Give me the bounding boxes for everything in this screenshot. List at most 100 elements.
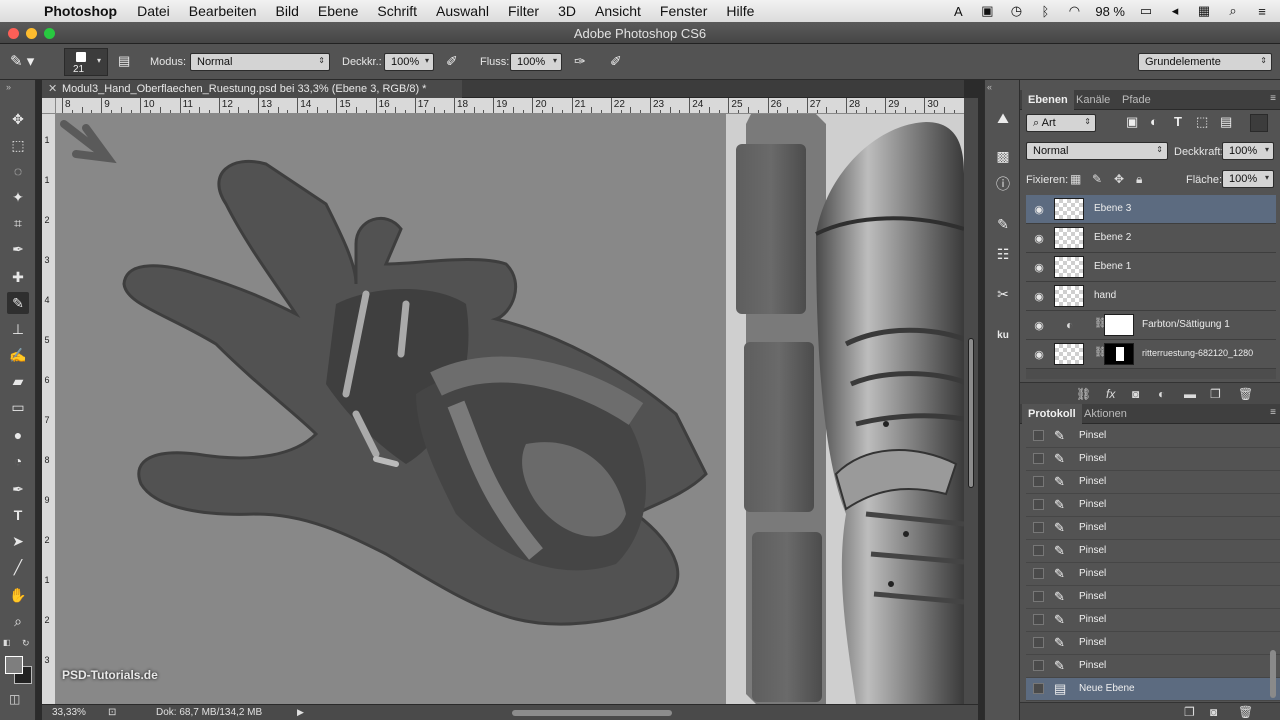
lasso-tool-icon[interactable]: ◌ <box>7 160 29 182</box>
time-machine-icon[interactable]: ◷ <box>1008 3 1024 19</box>
lock-transparent-icon[interactable]: ▦ <box>1070 172 1081 186</box>
layer-style-fx-icon[interactable]: fx <box>1106 387 1115 401</box>
adobe-icon[interactable]: A <box>950 4 966 19</box>
history-source-checkbox[interactable] <box>1033 545 1044 556</box>
swap-colors-icon[interactable]: ↻ <box>22 638 30 649</box>
filter-type-icon[interactable]: T <box>1174 114 1182 129</box>
airbrush-icon[interactable]: ✑ <box>574 53 592 71</box>
blur-tool-icon[interactable]: ● <box>7 424 29 446</box>
new-group-icon[interactable]: ▬ <box>1184 387 1196 401</box>
snapshot-camera-icon[interactable]: ◙ <box>1210 705 1217 719</box>
history-item[interactable]: ✎ Pinsel <box>1026 540 1280 563</box>
menu-datei[interactable]: Datei <box>137 3 170 19</box>
history-source-checkbox[interactable] <box>1033 453 1044 464</box>
mode-select[interactable]: Normal ⇕ <box>190 53 330 71</box>
lock-pixels-icon[interactable]: ✎ <box>1092 172 1102 186</box>
collapse-arrows-icon[interactable]: » <box>6 82 11 92</box>
visibility-eye-icon[interactable]: ◉ <box>1032 203 1046 216</box>
kuler-icon[interactable]: ku <box>991 326 1015 346</box>
history-source-checkbox[interactable] <box>1033 614 1044 625</box>
panel-menu-icon[interactable]: ≡ <box>1270 93 1276 104</box>
brush-size-picker[interactable]: 21 ▾ <box>64 48 108 76</box>
filter-toggle[interactable] <box>1250 114 1268 132</box>
layer-blend-mode-select[interactable]: Normal ⇕ <box>1026 142 1168 160</box>
history-brush-tool-icon[interactable]: ✍ <box>7 344 29 366</box>
brush-presets-icon[interactable]: ⛰ <box>991 108 1015 128</box>
layer-row[interactable]: ◉ ◐ ⛓ Farbton/Sättigung 1 <box>1026 311 1276 340</box>
filter-adjustment-icon[interactable]: ◐ <box>1150 114 1158 129</box>
layer-row[interactable]: ◉ Ebene 1 <box>1026 253 1276 282</box>
brush-tool-icon[interactable]: ✎ <box>7 292 29 314</box>
horizontal-scroll-thumb[interactable] <box>512 710 672 716</box>
visibility-eye-icon[interactable]: ◉ <box>1032 319 1046 332</box>
document-tab[interactable]: ✕ Modul3_Hand_Oberflaechen_Ruestung.psd … <box>42 80 462 98</box>
path-selection-tool-icon[interactable]: ➤ <box>7 530 29 552</box>
layer-mask-thumbnail[interactable] <box>1104 314 1134 336</box>
history-item[interactable]: ✎ Pinsel <box>1026 494 1280 517</box>
menu-auswahl[interactable]: Auswahl <box>436 3 489 19</box>
input-source-icon[interactable]: ▦ <box>1196 3 1212 19</box>
pressure-opacity-icon[interactable]: ✐ <box>446 53 464 71</box>
layer-filter-kind-select[interactable]: ⌕ Art ⇕ <box>1026 114 1096 132</box>
new-layer-icon[interactable]: ❐ <box>1210 387 1221 401</box>
fill-field[interactable]: 100% ▾ <box>1222 170 1274 188</box>
marquee-tool-icon[interactable]: ⬚ <box>7 134 29 156</box>
vertical-scrollbar[interactable] <box>964 98 978 704</box>
history-source-checkbox[interactable] <box>1033 683 1044 694</box>
dodge-tool-icon[interactable]: ◔ <box>7 450 29 472</box>
document-canvas[interactable] <box>56 114 964 704</box>
menu-app-name[interactable]: Photoshop <box>44 3 117 19</box>
layer-row[interactable]: ◉ ⛓ ritterruestung-682120_1280 <box>1026 340 1276 369</box>
new-document-from-state-icon[interactable]: ❐ <box>1184 705 1195 719</box>
history-item[interactable]: ✎ Pinsel <box>1026 609 1280 632</box>
workspace-select[interactable]: Grundelemente ⇕ <box>1138 53 1272 71</box>
lock-position-icon[interactable]: ✥ <box>1114 172 1124 186</box>
tab-protokoll[interactable]: Protokoll <box>1022 404 1082 424</box>
brush-panel-toggle-icon[interactable]: ▤ <box>118 53 136 71</box>
vertical-scroll-thumb[interactable] <box>968 338 974 488</box>
history-scroll-thumb[interactable] <box>1270 650 1276 698</box>
menu-ebene[interactable]: Ebene <box>318 3 358 19</box>
menu-bild[interactable]: Bild <box>276 3 299 19</box>
vertical-ruler[interactable]: 1 1 2 3 4 5 6 7 8 9 2 1 2 3 <box>42 114 56 704</box>
history-source-checkbox[interactable] <box>1033 476 1044 487</box>
move-tool-icon[interactable]: ✥ <box>7 108 29 130</box>
pen-tool-icon[interactable]: ✒ <box>7 478 29 500</box>
wifi-icon[interactable]: ◠ <box>1066 3 1082 19</box>
brush-panel-icon[interactable]: ✎ <box>991 214 1015 234</box>
history-item[interactable]: ✎ Pinsel <box>1026 586 1280 609</box>
gradient-tool-icon[interactable]: ▭ <box>7 396 29 418</box>
zoom-tool-icon[interactable]: ⌕ <box>7 610 29 632</box>
tab-aktionen[interactable]: Aktionen <box>1078 404 1133 424</box>
quick-mask-icon[interactable]: ◫ <box>9 692 20 706</box>
tab-ebenen[interactable]: Ebenen <box>1022 90 1074 110</box>
history-source-checkbox[interactable] <box>1033 591 1044 602</box>
history-source-checkbox[interactable] <box>1033 522 1044 533</box>
link-layers-icon[interactable]: ⛓ <box>1076 387 1091 401</box>
menu-fenster[interactable]: Fenster <box>660 3 707 19</box>
panel-menu-icon[interactable]: ≡ <box>1270 407 1276 418</box>
default-colors-icon[interactable]: ◧ <box>3 638 11 647</box>
tab-pfade[interactable]: Pfade <box>1116 90 1157 110</box>
notification-icon[interactable]: ≡ <box>1254 4 1270 19</box>
history-source-checkbox[interactable] <box>1033 660 1044 671</box>
type-tool-icon[interactable]: T <box>7 504 29 526</box>
menu-hilfe[interactable]: Hilfe <box>726 3 754 19</box>
bluetooth-icon[interactable]: ᛒ <box>1037 4 1053 19</box>
history-item[interactable]: ✎ Pinsel <box>1026 655 1280 678</box>
history-item[interactable]: ▤ Neue Ebene <box>1026 678 1280 701</box>
history-source-checkbox[interactable] <box>1033 430 1044 441</box>
trash-icon[interactable]: 🗑︎ <box>1238 387 1253 401</box>
menu-bearbeiten[interactable]: Bearbeiten <box>189 3 257 19</box>
lock-all-icon[interactable]: 🔒︎ <box>1136 172 1142 187</box>
close-tab-icon[interactable]: ✕ <box>48 82 57 95</box>
history-source-checkbox[interactable] <box>1033 499 1044 510</box>
info-icon[interactable]: ⓘ <box>991 174 1015 194</box>
filter-shape-icon[interactable]: ⬚ <box>1196 114 1208 130</box>
collapse-left-arrows-icon[interactable]: « <box>987 82 992 92</box>
new-adjustment-icon[interactable]: ◐ <box>1158 387 1165 401</box>
history-item[interactable]: ✎ Pinsel <box>1026 471 1280 494</box>
adjustments-icon[interactable]: ☷ <box>991 244 1015 264</box>
hand-tool-icon[interactable]: ✋ <box>7 584 29 606</box>
brush-tool-preset-icon[interactable]: ✎ ▾ <box>10 52 50 72</box>
